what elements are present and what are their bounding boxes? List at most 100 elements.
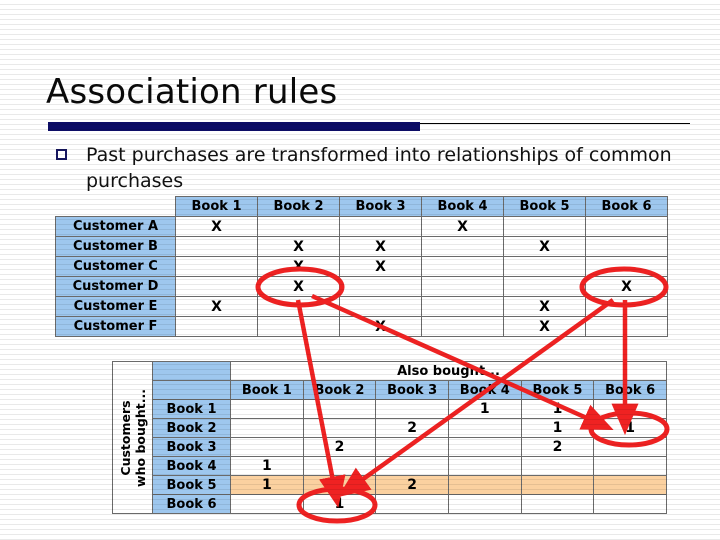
cooccurrence-count-cell: 2	[375, 418, 449, 438]
purchase-cell: X	[503, 296, 586, 317]
row-header-book: Book 4	[152, 456, 231, 476]
row-header-customer: Customer E	[55, 296, 176, 317]
cooccurrence-count-cell	[520, 475, 595, 495]
table-row: Customer BXXX	[55, 236, 668, 257]
table-row: Book 1 11	[113, 399, 667, 419]
column-header-book-6: Book 6	[585, 196, 668, 217]
table-row: Book 3 2 2	[113, 437, 667, 457]
purchase-cell	[257, 216, 340, 237]
row-header-customer: Customer A	[55, 216, 176, 237]
purchase-cell	[503, 256, 586, 277]
cooccurrence-count-cell	[302, 418, 377, 438]
bullet-item-text: Past purchases are transformed into rela…	[86, 144, 672, 192]
cooccurrence-count-cell: 2	[375, 475, 449, 495]
cooccurrence-count-cell	[447, 475, 522, 495]
square-bullet-icon	[56, 149, 67, 160]
cooccurrence-count-cell	[375, 494, 449, 514]
column-header-book-2: Book 2	[302, 380, 377, 400]
purchase-cell	[339, 216, 422, 237]
cooccurrence-count-cell: 1	[520, 399, 595, 419]
customer-purchase-table: Book 1 Book 2 Book 3 Book 4 Book 5 Book 6 Cust…	[55, 196, 668, 337]
table-row: Book 5112	[113, 475, 667, 495]
cooccurrence-count-cell	[447, 418, 522, 438]
purchase-cell: X	[503, 236, 586, 257]
corner-cell	[55, 196, 176, 217]
purchase-cell	[175, 236, 258, 257]
corner-cell	[152, 380, 231, 400]
cooccurrence-count-cell	[593, 456, 667, 476]
row-header-customer: Customer B	[55, 236, 176, 257]
cooccurrence-count-cell: 1	[230, 475, 304, 495]
table-row: Customer D X X	[55, 276, 668, 297]
table-row: Customer F X X	[55, 316, 668, 337]
purchase-cell	[421, 256, 504, 277]
row-header-book: Book 2	[152, 418, 231, 438]
column-header-book-3: Book 3	[339, 196, 422, 217]
purchase-cell	[585, 216, 668, 237]
row-header-customer: Customer D	[55, 276, 176, 297]
column-header-book-1: Book 1	[230, 380, 304, 400]
row-header-book: Book 6	[152, 494, 231, 514]
cooccurrence-count-cell	[230, 418, 304, 438]
table-header-row: Book 1 Book 2 Book 3 Book 4 Book 5 Book 6	[113, 380, 667, 400]
column-header-book-3: Book 3	[375, 380, 449, 400]
cooccurrence-count-cell	[302, 456, 377, 476]
purchase-cell: X	[421, 216, 504, 237]
corner-cell	[152, 361, 231, 381]
side-header-line-1: Customers	[117, 399, 133, 476]
purchase-cell	[503, 216, 586, 237]
cooccurrence-count-cell	[230, 399, 304, 419]
row-header-book: Book 3	[152, 437, 231, 457]
cooccurrence-count-cell: 1	[230, 456, 304, 476]
cooccurrence-table: Customers who bought... Also bought... Book…	[112, 361, 667, 514]
page-title: Association rules	[46, 72, 338, 112]
purchase-cell	[175, 276, 258, 297]
purchase-cell	[421, 276, 504, 297]
side-header-label: Customers who bought...	[118, 389, 148, 487]
cooccurrence-count-cell	[230, 437, 304, 457]
cooccurrence-count-cell: 2	[302, 437, 377, 457]
column-header-book-6: Book 6	[593, 380, 667, 400]
cooccurrence-count-cell	[520, 494, 595, 514]
purchase-cell	[585, 296, 668, 317]
cooccurrence-count-cell	[375, 456, 449, 476]
cooccurrence-count-cell	[593, 475, 667, 495]
side-header-line-2: who bought...	[132, 388, 148, 487]
purchase-cell: X	[503, 316, 586, 337]
purchase-cell: X	[339, 236, 422, 257]
purchase-cell	[585, 256, 668, 277]
column-header-book-5: Book 5	[520, 380, 595, 400]
column-header-book-2: Book 2	[257, 196, 340, 217]
span-header-also-bought: Also bought...	[230, 361, 667, 381]
table-row: Customer C XX	[55, 256, 668, 277]
column-header-book-4: Book 4	[421, 196, 504, 217]
purchase-cell	[421, 236, 504, 257]
cooccurrence-count-cell	[230, 494, 304, 514]
side-header-cell: Customers who bought...	[112, 361, 153, 514]
purchase-cell: X	[257, 276, 340, 297]
cooccurrence-count-cell: 2	[520, 437, 595, 457]
cooccurrence-count-cell	[593, 437, 667, 457]
purchase-cell	[421, 316, 504, 337]
cooccurrence-count-cell: 1	[520, 418, 595, 438]
purchase-cell	[175, 256, 258, 277]
purchase-cell	[257, 316, 340, 337]
purchase-cell: X	[257, 236, 340, 257]
purchase-cell: X	[585, 276, 668, 297]
cooccurrence-count-cell	[447, 456, 522, 476]
cooccurrence-count-cell: 1	[302, 494, 377, 514]
row-header-book: Book 1	[152, 399, 231, 419]
purchase-cell	[175, 316, 258, 337]
slide-canvas: Association rules Past purchases are tra…	[0, 0, 720, 540]
title-underline-accent	[48, 122, 420, 131]
table-row: Book 6 1	[113, 494, 667, 514]
span-header-row: Customers who bought... Also bought...	[112, 361, 667, 514]
table-row: Book 2 2 11	[113, 418, 667, 438]
cooccurrence-count-cell	[593, 494, 667, 514]
purchase-cell	[421, 296, 504, 317]
purchase-cell	[585, 316, 668, 337]
purchase-cell	[257, 296, 340, 317]
purchase-cell: X	[339, 256, 422, 277]
purchase-cell	[503, 276, 586, 297]
purchase-cell: X	[339, 316, 422, 337]
